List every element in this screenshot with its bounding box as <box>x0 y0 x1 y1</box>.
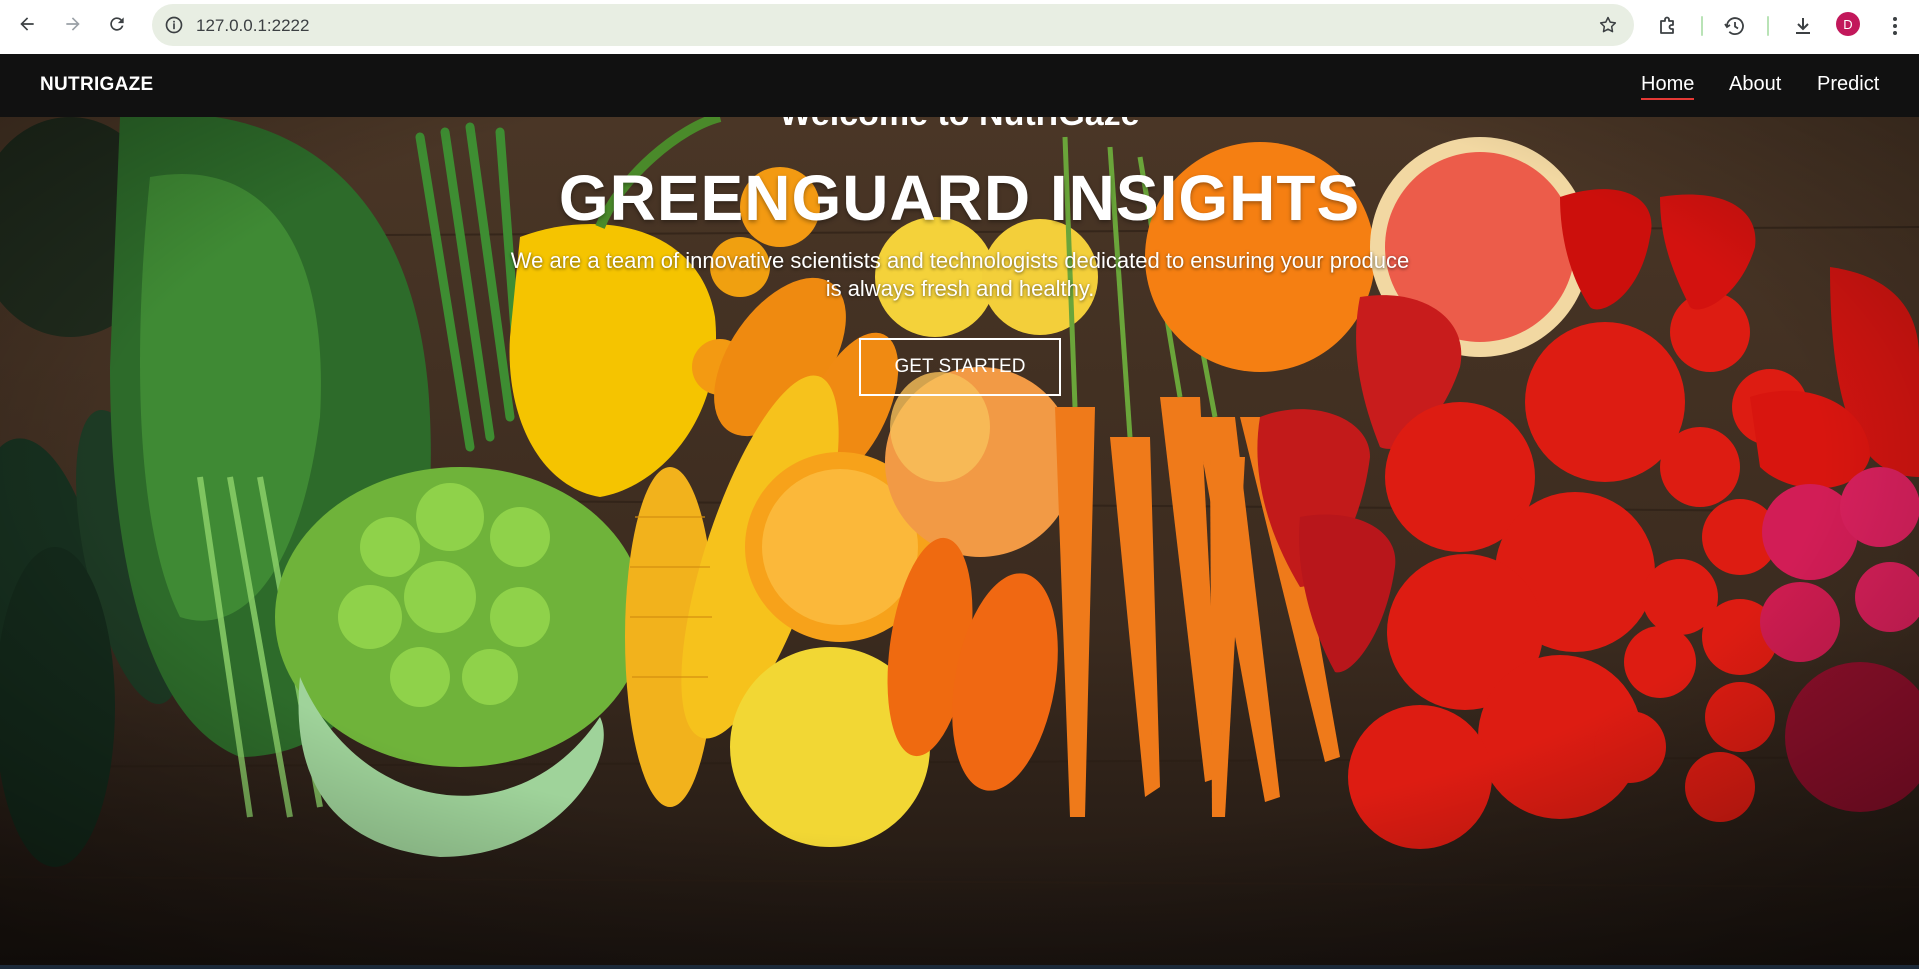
history-icon[interactable] <box>1723 14 1747 38</box>
browser-toolbar: 127.0.0.1:2222 D <box>0 0 1919 54</box>
url-text[interactable]: 127.0.0.1:2222 <box>196 16 309 36</box>
brand-logo[interactable]: NUTRIGAZE <box>40 74 154 96</box>
nav-link-about[interactable]: About <box>1729 73 1781 96</box>
download-icon[interactable] <box>1791 14 1815 38</box>
site-navbar: NUTRIGAZE Home About Predict <box>0 54 1919 117</box>
get-started-button[interactable]: GET STARTED <box>859 338 1061 396</box>
extensions-icon[interactable] <box>1656 14 1680 38</box>
reload-icon[interactable] <box>101 8 133 40</box>
address-bar[interactable]: 127.0.0.1:2222 <box>152 4 1634 46</box>
toolbar-divider <box>1767 16 1769 36</box>
profile-avatar[interactable]: D <box>1836 12 1860 36</box>
bookmark-star-icon[interactable] <box>1598 15 1618 35</box>
hero-subtitle: We are a team of innovative scientists a… <box>460 247 1460 303</box>
hero-section: Welcome to NutriGaze GREENGUARD INSIGHTS… <box>0 117 1919 965</box>
site-info-icon[interactable] <box>164 15 184 35</box>
toolbar-divider <box>1701 16 1703 36</box>
menu-icon[interactable] <box>1883 14 1907 38</box>
nav-link-home[interactable]: Home <box>1641 73 1695 100</box>
hero-subtitle-line2: is always fresh and healthy. <box>825 276 1095 301</box>
page-bottom-edge <box>0 965 1919 969</box>
nav-link-predict[interactable]: Predict <box>1817 73 1879 96</box>
hero-subtitle-line1: We are a team of innovative scientists a… <box>510 248 1410 273</box>
produce-background-image <box>0 117 1919 965</box>
back-icon[interactable] <box>11 8 43 40</box>
hero-welcome-text: Welcome to NutriGaze <box>0 117 1919 134</box>
hero-title: GREENGUARD INSIGHTS <box>558 162 1361 234</box>
forward-icon[interactable] <box>57 8 89 40</box>
